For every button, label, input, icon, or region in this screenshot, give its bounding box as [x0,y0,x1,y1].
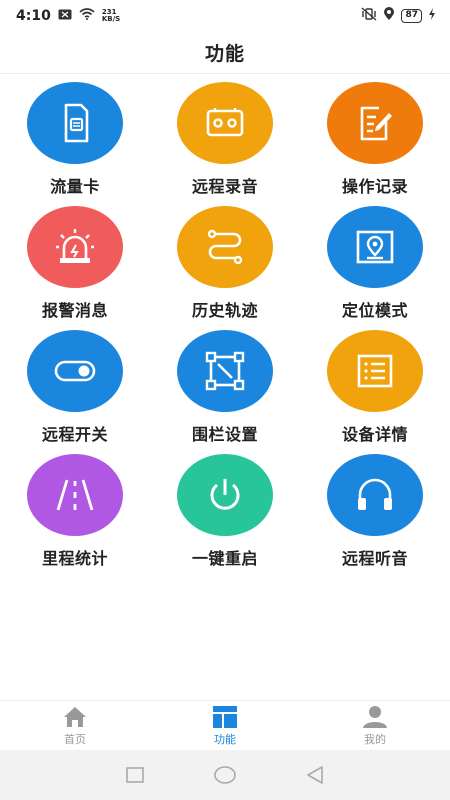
track-route-icon [207,229,243,265]
function-label: 里程统计 [41,549,108,568]
list-details-icon-circle[interactable] [327,330,423,412]
function-grid: 流量卡 远程录音 操作记录 报警消息 历史轨迹 定位模式 远程开关 围栏设置 设… [0,82,450,578]
recent-apps-icon[interactable] [124,764,146,786]
alarm-light-icon [56,229,94,263]
headphones-icon-circle[interactable] [327,454,423,536]
nav-label: 我的 [364,732,386,746]
function-fence-setting[interactable]: 围栏设置 [150,330,300,454]
home-button-icon[interactable] [214,764,236,786]
function-device-details[interactable]: 设备详情 [300,330,450,454]
function-remote-switch[interactable]: 远程开关 [0,330,150,454]
cassette-icon [206,108,244,137]
system-nav-bar [0,750,450,800]
net-speed-unit: KB/S [101,15,121,23]
function-label: 围栏设置 [191,425,258,444]
function-history-track[interactable]: 历史轨迹 [150,206,300,330]
alarm-light-icon-circle[interactable] [27,206,123,288]
function-label: 远程开关 [41,425,108,444]
function-label: 一键重启 [191,549,258,568]
grid-row: 远程开关 围栏设置 设备详情 [0,330,450,454]
profile-icon [363,705,387,728]
charging-icon [428,8,436,24]
bottom-nav: 首页 功能 我的 [0,700,450,750]
location-icon [383,7,395,25]
battery-level: 87 [401,9,422,23]
edit-record-icon-circle[interactable] [327,82,423,164]
function-icon [213,705,237,728]
nav-home[interactable]: 首页 [0,701,150,750]
sim-card-icon [64,103,89,143]
function-label: 历史轨迹 [191,301,258,320]
title-bar: 功能 [0,32,450,74]
location-map-icon [356,230,394,264]
status-time: 4:10 [16,8,51,24]
function-alarm-message[interactable]: 报警消息 [0,206,150,330]
headphones-icon [358,478,392,510]
home-icon [64,706,86,727]
nav-label: 首页 [64,732,86,746]
page-title: 功能 [204,43,245,65]
track-route-icon-circle[interactable] [177,206,273,288]
function-label: 远程录音 [191,177,258,196]
function-label: 设备详情 [341,425,408,444]
nav-label: 功能 [214,732,236,746]
power-icon-circle[interactable] [177,454,273,536]
function-label: 操作记录 [341,177,408,196]
function-mileage-statistics[interactable]: 里程统计 [0,454,150,578]
function-operation-record[interactable]: 操作记录 [300,82,450,206]
road-icon [56,479,94,511]
toggle-icon-circle[interactable] [27,330,123,412]
grid-row: 里程统计 一键重启 远程听音 [0,454,450,578]
function-sim-card[interactable]: 流量卡 [0,82,150,206]
function-location-mode[interactable]: 定位模式 [300,206,450,330]
notification-icon [58,9,72,24]
function-label: 定位模式 [341,301,408,320]
nav-function[interactable]: 功能 [150,701,300,750]
power-icon [210,479,240,510]
wifi-icon [79,8,95,24]
net-speed: 231 KB/S [102,9,120,23]
sim-card-icon-circle[interactable] [27,82,123,164]
mute-vibrate-icon [361,7,377,25]
toggle-icon [54,360,96,382]
back-icon[interactable] [304,764,326,786]
list-details-icon [357,354,393,388]
location-map-icon-circle[interactable] [327,206,423,288]
fence-icon [205,351,245,391]
cassette-icon-circle[interactable] [177,82,273,164]
road-icon-circle[interactable] [27,454,123,536]
function-remote-listening[interactable]: 远程听音 [300,454,450,578]
fence-icon-circle[interactable] [177,330,273,412]
function-label: 报警消息 [41,301,108,320]
nav-profile[interactable]: 我的 [300,701,450,750]
status-bar: 4:10 231 KB/S 87 [0,0,450,32]
function-remote-recording[interactable]: 远程录音 [150,82,300,206]
grid-row: 流量卡 远程录音 操作记录 [0,82,450,206]
grid-row: 报警消息 历史轨迹 定位模式 [0,206,450,330]
edit-record-icon [360,106,392,141]
function-label: 远程听音 [341,549,408,568]
function-label: 流量卡 [50,177,100,196]
function-one-key-restart[interactable]: 一键重启 [150,454,300,578]
